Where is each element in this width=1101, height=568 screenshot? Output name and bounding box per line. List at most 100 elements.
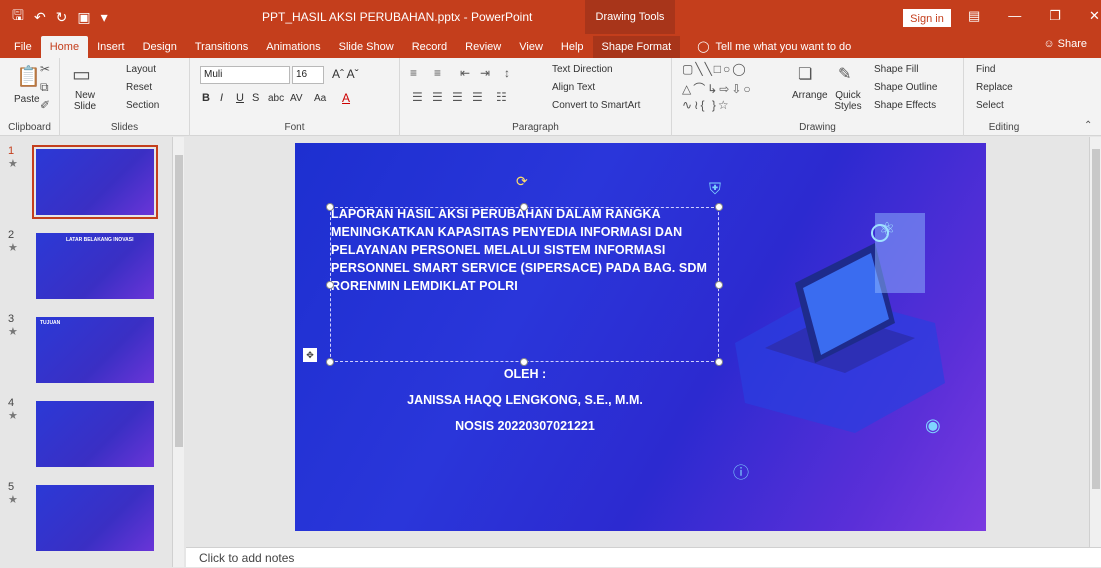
arrange-button[interactable]: Arrange — [792, 90, 828, 101]
shadow-button[interactable]: S — [252, 92, 259, 104]
customize-qat-icon[interactable]: ▾ — [101, 9, 108, 26]
center-icon[interactable]: ☰ — [432, 90, 443, 104]
arrange-icon[interactable]: ❏ — [798, 64, 812, 84]
resize-handle[interactable] — [326, 281, 334, 289]
change-case-button[interactable]: Aa — [314, 93, 326, 104]
collapse-ribbon-icon[interactable]: ⌃ — [1084, 120, 1092, 131]
shape-outline-button[interactable]: Shape Outline — [874, 82, 937, 93]
start-from-beginning-icon[interactable]: ▣ — [77, 9, 90, 26]
italic-button[interactable]: I — [220, 92, 223, 104]
redo-icon[interactable]: ↻ — [56, 9, 68, 26]
line-spacing-icon[interactable]: ↕ — [504, 66, 510, 80]
numbering-icon[interactable]: ≡ — [434, 66, 441, 80]
tab-file[interactable]: File — [0, 36, 41, 58]
current-slide[interactable]: LAPORAN HASIL AKSI PERUBAHAN DALAM RANGK… — [295, 143, 986, 531]
share-button[interactable]: ☺ Share — [1043, 38, 1087, 50]
copy-icon[interactable]: ⧉ — [40, 80, 49, 95]
increase-font-icon[interactable]: Aˆ Aˇ — [332, 67, 359, 81]
align-right-icon[interactable]: ☰ — [452, 90, 463, 104]
find-button[interactable]: Find — [976, 64, 995, 75]
nosis-number[interactable]: NOSIS 20220307021221 — [375, 419, 675, 433]
tab-design[interactable]: Design — [134, 36, 186, 58]
shape-fill-button[interactable]: Shape Fill — [874, 64, 918, 75]
format-painter-icon[interactable]: ✐ — [40, 98, 50, 112]
tab-transitions[interactable]: Transitions — [186, 36, 257, 58]
font-size-input[interactable]: 16 — [292, 66, 324, 84]
slide-thumbnail-5[interactable] — [36, 485, 154, 551]
tab-view[interactable]: View — [510, 36, 552, 58]
convert-smartart-button[interactable]: Convert to SmartArt — [552, 100, 640, 111]
thumbnail-scrollbar[interactable] — [172, 137, 184, 567]
tab-home[interactable]: Home — [40, 36, 89, 58]
animation-star-icon: ★ — [8, 158, 18, 170]
resize-handle[interactable] — [326, 358, 334, 366]
columns-icon[interactable]: ☷ — [496, 90, 507, 104]
underline-button[interactable]: U — [236, 92, 244, 104]
shapes-gallery-row-2[interactable]: △⌒↳⇨⇩○ — [682, 80, 753, 97]
text-direction-button[interactable]: Text Direction — [552, 64, 613, 75]
replace-button[interactable]: Replace — [976, 82, 1013, 93]
minimize-button[interactable]: — — [1008, 8, 1021, 24]
cut-icon[interactable]: ✂ — [40, 62, 50, 76]
section-button[interactable]: Section — [126, 100, 159, 111]
tab-help[interactable]: Help — [552, 36, 593, 58]
new-slide-button[interactable]: New Slide — [68, 90, 102, 112]
quick-styles-button[interactable]: Quick Styles — [832, 90, 864, 112]
slide-thumbnail-2[interactable]: LATAR BELAKANG INOVASI — [36, 233, 154, 299]
resize-handle[interactable] — [715, 281, 723, 289]
select-button[interactable]: Select — [976, 100, 1004, 111]
lightbulb-icon: ◯ — [697, 41, 710, 53]
bullets-icon[interactable]: ≡ — [410, 66, 417, 80]
tab-insert[interactable]: Insert — [88, 36, 134, 58]
slide-scrollbar[interactable] — [1089, 137, 1101, 547]
slide-thumbnail-3[interactable]: TUJUAN — [36, 317, 154, 383]
sign-in-button[interactable]: Sign in — [903, 9, 951, 27]
shape-effects-button[interactable]: Shape Effects — [874, 100, 936, 111]
paste-icon[interactable]: 📋 — [16, 64, 41, 89]
align-text-button[interactable]: Align Text — [552, 82, 595, 93]
notes-pane[interactable]: Click to add notes — [186, 547, 1101, 567]
strikethrough-button[interactable]: abc — [268, 93, 284, 104]
tab-review[interactable]: Review — [456, 36, 510, 58]
animation-star-icon: ★ — [8, 494, 18, 506]
thumb-number: 3 — [8, 313, 15, 325]
close-button[interactable]: ✕ — [1089, 8, 1100, 24]
ribbon-display-options-icon[interactable]: ▤ — [968, 8, 980, 24]
selection-box — [330, 207, 719, 362]
resize-handle[interactable] — [326, 203, 334, 211]
quick-styles-icon[interactable]: ✎ — [838, 64, 851, 84]
shapes-gallery-row-3[interactable]: ∿≀{ }☆ — [682, 98, 731, 112]
resize-handle[interactable] — [520, 203, 528, 211]
character-spacing-button[interactable]: AV — [290, 93, 303, 104]
tab-animations[interactable]: Animations — [257, 36, 329, 58]
resize-handle[interactable] — [520, 358, 528, 366]
layout-button[interactable]: Layout — [126, 64, 156, 75]
tab-record[interactable]: Record — [403, 36, 456, 58]
reset-button[interactable]: Reset — [126, 82, 152, 93]
oleh-label[interactable]: OLEH : — [375, 367, 675, 381]
undo-icon[interactable]: ↶ — [34, 9, 46, 26]
resize-handle[interactable] — [715, 358, 723, 366]
tell-me-search[interactable]: ◯ Tell me what you want to do — [688, 36, 860, 58]
tab-shape-format[interactable]: Shape Format — [592, 36, 681, 58]
bold-button[interactable]: B — [202, 92, 210, 104]
tab-slide-show[interactable]: Slide Show — [330, 36, 403, 58]
layout-options-icon[interactable]: ✥ — [303, 348, 317, 362]
rotate-handle-icon[interactable]: ⟳ — [516, 173, 528, 190]
shapes-gallery[interactable]: ▢╲╲□○◯ — [682, 62, 748, 76]
coins-icon: ◉ — [925, 415, 941, 435]
save-icon[interactable]: 🖫 — [12, 5, 24, 29]
align-left-icon[interactable]: ☰ — [412, 90, 423, 104]
font-color-button[interactable]: A — [342, 91, 350, 105]
decrease-indent-icon[interactable]: ⇤ — [460, 66, 470, 80]
font-name-input[interactable]: Muli — [200, 66, 290, 84]
slide-thumbnail-1[interactable] — [32, 145, 158, 219]
restore-button[interactable]: ❐ — [1049, 8, 1061, 24]
paste-button[interactable]: Paste — [14, 94, 40, 105]
increase-indent-icon[interactable]: ⇥ — [480, 66, 490, 80]
resize-handle[interactable] — [715, 203, 723, 211]
slide-thumbnail-4[interactable] — [36, 401, 154, 467]
new-slide-icon[interactable]: ▭ — [72, 62, 91, 87]
justify-icon[interactable]: ☰ — [472, 90, 483, 104]
author-name[interactable]: JANISSA HAQQ LENGKONG, S.E., M.M. — [375, 393, 675, 407]
